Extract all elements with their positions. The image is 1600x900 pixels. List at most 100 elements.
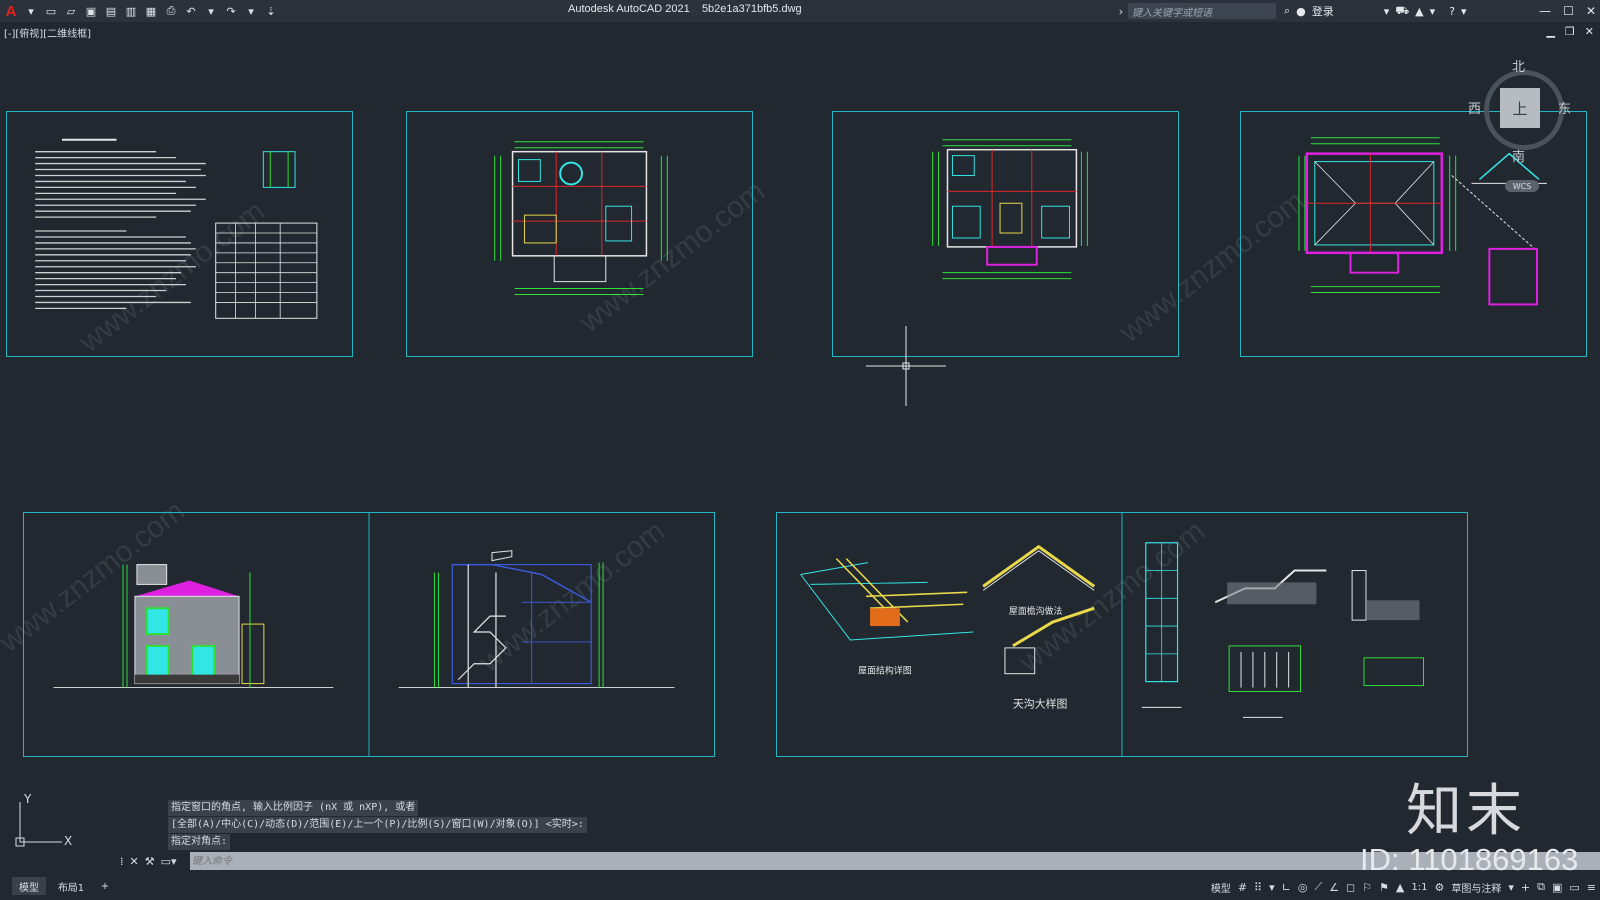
drawing-sheet-details[interactable]: 屋面檐沟做法 屋面结构详图 天沟大样图 bbox=[776, 512, 1468, 757]
compass-south[interactable]: 南 bbox=[1512, 146, 1525, 165]
watermark-logo: 知末 bbox=[1406, 779, 1526, 844]
doc-minimize-button[interactable]: ▁ bbox=[1546, 25, 1554, 38]
app-name: Autodesk AutoCAD 2021 bbox=[568, 3, 690, 15]
application-menu-button[interactable]: A bbox=[2, 2, 20, 20]
document-controls: ▁ ❐ ✕ bbox=[1546, 25, 1594, 38]
wcs-menu-button[interactable]: WCS bbox=[1505, 180, 1539, 192]
drawing-sheet-ground-floor-plan[interactable] bbox=[406, 111, 753, 357]
object-snap-tracking-icon[interactable]: ∠ bbox=[1329, 881, 1339, 894]
ucs-x-label: X bbox=[64, 834, 73, 848]
command-line-icons: ⁞ ✕ ⚒ ▭▾ bbox=[116, 852, 190, 870]
annotation-scale-value[interactable]: 1:1 bbox=[1411, 882, 1427, 893]
model-space-button[interactable]: 模型 bbox=[1211, 880, 1231, 895]
command-input[interactable] bbox=[190, 853, 794, 869]
tab-layout1[interactable]: 布局1 bbox=[54, 877, 88, 895]
floor-plan-2-drawing bbox=[932, 139, 1088, 280]
compass-west[interactable]: 西 bbox=[1468, 98, 1481, 117]
drawing-sheet-upper-floor-plan[interactable] bbox=[832, 111, 1179, 357]
viewcube-top-face[interactable]: 上 bbox=[1500, 88, 1540, 128]
roof-detail-caption: 屋面檐沟做法 bbox=[1009, 605, 1063, 617]
window-title: Autodesk AutoCAD 2021 5b2e1a371bfb5.dwg bbox=[568, 3, 802, 15]
tab-model[interactable]: 模型 bbox=[12, 877, 46, 895]
grid-icon[interactable]: # bbox=[1238, 881, 1247, 894]
recent-commands-icon[interactable]: ▭▾ bbox=[161, 855, 177, 868]
publish-icon[interactable]: ▥ bbox=[122, 2, 140, 20]
save-as-icon[interactable]: ▤ bbox=[102, 2, 120, 20]
open-file-icon[interactable]: ▱ bbox=[62, 2, 80, 20]
help-dropdown-icon[interactable]: ▾ bbox=[1461, 5, 1467, 18]
compass-east[interactable]: 东 bbox=[1558, 98, 1571, 117]
customize-toolbar-icon[interactable]: ⇣ bbox=[262, 2, 280, 20]
plot-preview-icon[interactable]: ▦ bbox=[142, 2, 160, 20]
new-file-icon[interactable]: ▭ bbox=[42, 2, 60, 20]
clean-screen-icon[interactable]: ▭ bbox=[1569, 881, 1579, 894]
a360-dropdown-icon[interactable]: ▾ bbox=[1430, 5, 1436, 18]
gutter-detail-caption: 天沟大样图 bbox=[1013, 696, 1068, 710]
undo-dropdown-icon[interactable]: ▾ bbox=[202, 2, 220, 20]
polar-tracking-icon[interactable]: ◎ bbox=[1298, 881, 1308, 894]
notes-drawing bbox=[35, 138, 318, 319]
autodesk-a360-icon[interactable]: ▲ bbox=[1415, 5, 1423, 18]
grip-icon[interactable]: ⁞ bbox=[120, 855, 124, 868]
minimize-button[interactable]: — bbox=[1539, 4, 1551, 18]
customize-wrench-icon[interactable]: ⚒ bbox=[145, 855, 155, 868]
user-icon[interactable]: ● bbox=[1296, 5, 1306, 18]
crosshair-cursor-icon bbox=[866, 326, 946, 406]
close-command-icon[interactable]: ✕ bbox=[130, 855, 139, 868]
isolate-objects-icon[interactable]: ⧉ bbox=[1537, 880, 1545, 894]
auto-scale-icon[interactable]: ⚑ bbox=[1379, 881, 1389, 894]
snap-dropdown-icon[interactable]: ▾ bbox=[1269, 881, 1275, 894]
ucs-y-label: Y bbox=[24, 792, 32, 806]
file-name: 5b2e1a371bfb5.dwg bbox=[701, 3, 802, 15]
redo-icon[interactable]: ↷ bbox=[222, 2, 240, 20]
workspace-switch[interactable]: 草图与注释 bbox=[1451, 880, 1501, 895]
login-dropdown-icon[interactable]: ▾ bbox=[1384, 5, 1390, 18]
zoom-plus-icon[interactable]: + bbox=[1521, 881, 1530, 894]
redo-dropdown-icon[interactable]: ▾ bbox=[242, 2, 260, 20]
roof-plan-caption: 屋面结构详图 bbox=[858, 665, 912, 677]
snap-icon[interactable]: ⠿ bbox=[1254, 881, 1262, 894]
doc-close-button[interactable]: ✕ bbox=[1585, 25, 1594, 38]
workspace-dropdown-icon[interactable]: ▾ bbox=[1508, 881, 1514, 894]
titlebar-tools: ⌕ ● 登录 ▾ ⛟ ▲ ▾ ? ▾ bbox=[1284, 0, 1467, 22]
viewport-controls-label[interactable]: [-][俯视][二维线框] bbox=[4, 25, 91, 40]
workspace-gear-icon[interactable]: ⚙ bbox=[1434, 881, 1444, 894]
ortho-icon[interactable]: ∟ bbox=[1282, 881, 1291, 894]
command-history-line: [全部(A)/中心(C)/动态(D)/范围(E)/上一个(P)/比例(S)/窗口… bbox=[168, 817, 587, 833]
command-history: 指定窗口的角点, 输入比例因子 (nX 或 nXP), 或者 [全部(A)/中心… bbox=[168, 800, 587, 851]
status-toolbar: 模型 # ⠿ ▾ ∟ ◎ ⟋ ∠ ◻ ⚐ ⚑ ▲ 1:1 ⚙ 草图与注释 ▾ +… bbox=[1211, 877, 1596, 897]
close-button[interactable]: ✕ bbox=[1586, 4, 1596, 18]
compass-north[interactable]: 北 bbox=[1512, 56, 1525, 75]
undo-icon[interactable]: ↶ bbox=[182, 2, 200, 20]
search-icon[interactable]: ⌕ bbox=[1284, 4, 1290, 18]
isometric-icon[interactable]: ⟋ bbox=[1314, 880, 1322, 894]
doc-restore-button[interactable]: ❐ bbox=[1565, 25, 1575, 38]
drawing-sheet-notes[interactable] bbox=[6, 111, 353, 357]
annotation-scale-icon[interactable]: ▲ bbox=[1396, 881, 1404, 894]
save-icon[interactable]: ▣ bbox=[82, 2, 100, 20]
login-link[interactable]: 登录 bbox=[1312, 3, 1334, 19]
command-history-line: 指定对角点: bbox=[168, 834, 231, 850]
title-bar: A ▾ ▭ ▱ ▣ ▤ ▥ ▦ ⎙ ↶ ▾ ↷ ▾ ⇣ Autodesk Aut… bbox=[0, 0, 1600, 22]
print-icon[interactable]: ⎙ bbox=[162, 2, 180, 20]
viewcube[interactable]: 上 北 西 东 南 WCS bbox=[1468, 60, 1588, 192]
help-icon[interactable]: ? bbox=[1449, 5, 1455, 18]
floor-plan-1-drawing bbox=[494, 141, 668, 295]
command-history-line: 指定窗口的角点, 输入比例因子 (nX 或 nXP), 或者 bbox=[168, 800, 419, 816]
customization-menu-icon[interactable]: ≡ bbox=[1587, 881, 1596, 894]
details-drawing: 屋面檐沟做法 屋面结构详图 天沟大样图 bbox=[800, 513, 1425, 756]
hardware-acceleration-icon[interactable]: ▣ bbox=[1552, 881, 1562, 894]
search-placeholder: 键入关键字或短语 bbox=[1132, 8, 1212, 19]
cart-icon[interactable]: ⛟ bbox=[1395, 4, 1409, 19]
ucs-icon: Y X bbox=[10, 792, 80, 856]
add-layout-button[interactable]: + bbox=[96, 877, 114, 895]
annotation-visibility-icon[interactable]: ⚐ bbox=[1362, 881, 1372, 894]
search-box[interactable]: 键入关键字或短语 bbox=[1128, 3, 1276, 19]
quick-access-toolbar: A ▾ ▭ ▱ ▣ ▤ ▥ ▦ ⎙ ↶ ▾ ↷ ▾ ⇣ bbox=[0, 0, 280, 22]
drawing-sheet-elevation-section[interactable] bbox=[23, 512, 715, 757]
maximize-button[interactable]: ☐ bbox=[1563, 4, 1574, 18]
object-snap-icon[interactable]: ◻ bbox=[1346, 881, 1355, 894]
dropdown-caret-icon[interactable]: ▾ bbox=[22, 2, 40, 20]
watermark-id: ID: 1101869163 bbox=[1360, 842, 1579, 877]
window-controls: — ☐ ✕ bbox=[1539, 0, 1596, 22]
